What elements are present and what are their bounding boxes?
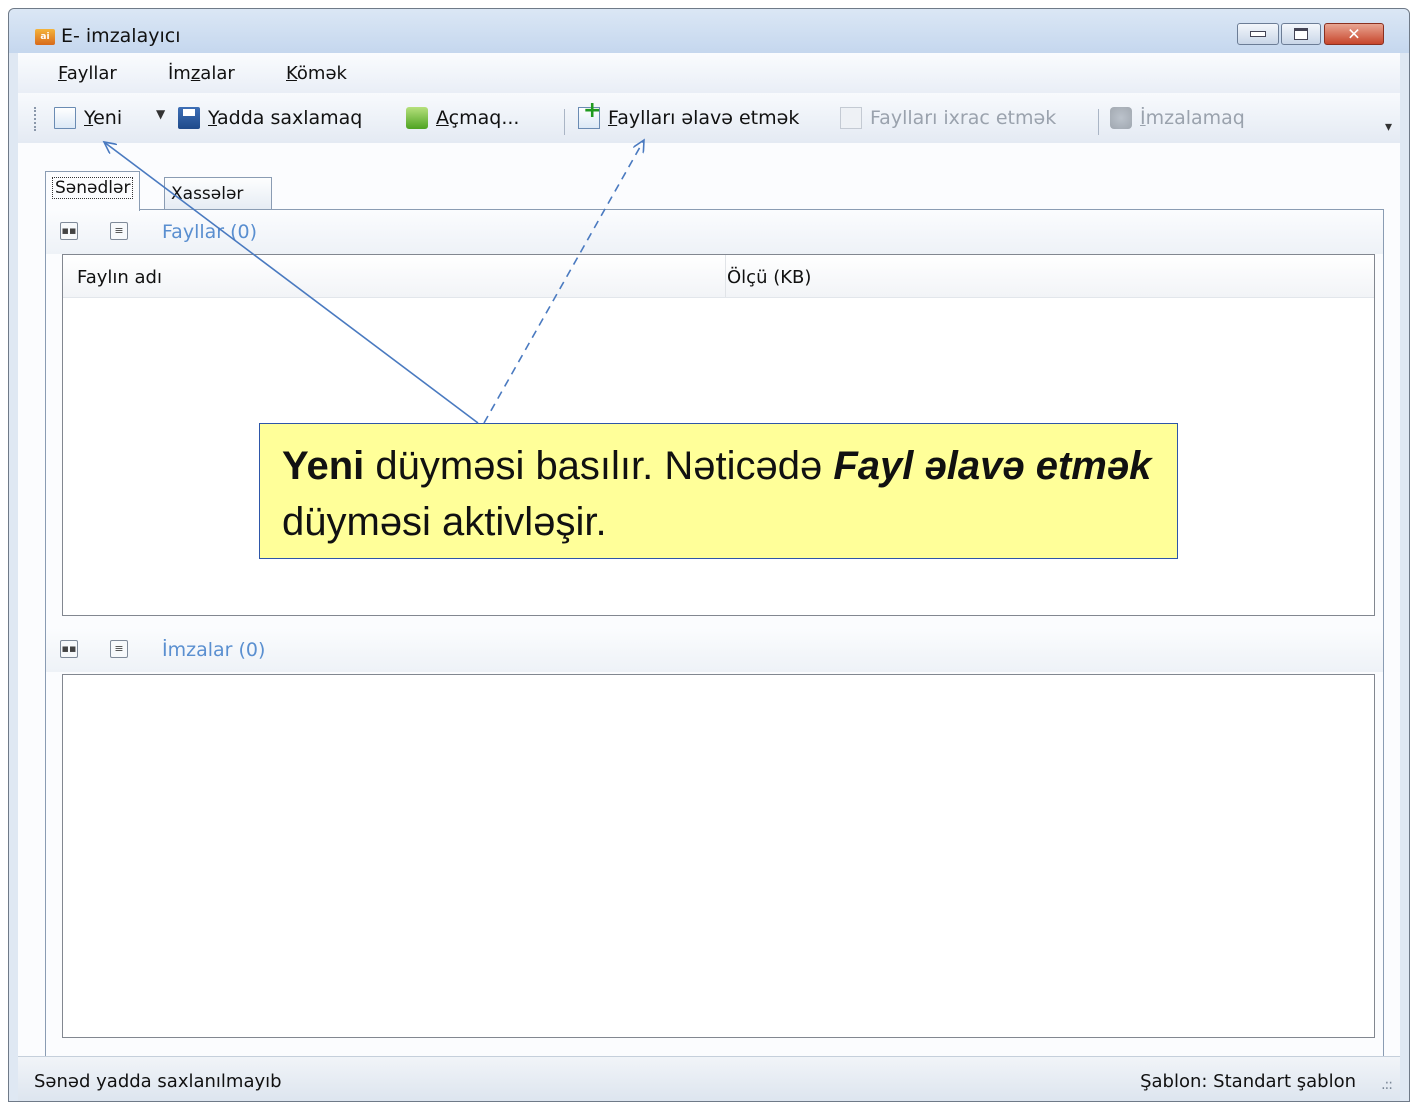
status-bar: Sənəd yadda saxlanılmayıb Şablon: Standa…: [18, 1056, 1400, 1101]
sign-button-label: İmzalamaq: [1140, 107, 1245, 129]
app-icon: ai: [35, 29, 55, 45]
column-file-name[interactable]: Faylın adı: [77, 267, 162, 288]
open-button-label: Açmaq...: [436, 107, 520, 129]
sign-button[interactable]: İmzalamaq: [1110, 107, 1245, 129]
add-files-button-label: Faylları əlavə etmək: [608, 107, 800, 129]
grid-view-icon[interactable]: ▪▪: [60, 640, 78, 658]
grid-view-icon[interactable]: ▪▪: [60, 222, 78, 240]
title-bar: ai E- imzalayıcı ✕: [9, 9, 1409, 53]
close-button[interactable]: ✕: [1324, 23, 1384, 45]
menu-imzalar[interactable]: İmzalar: [168, 63, 235, 84]
toolbar-overflow-icon[interactable]: ▾: [1385, 119, 1392, 135]
client-area: Fayllar İmzalar Kömək Yeni ▼ Yadda saxla…: [18, 53, 1400, 1101]
callout-text-1: düyməsi basılır. Nəticədə: [364, 444, 834, 488]
resize-grip-icon[interactable]: .::: [1381, 1077, 1393, 1093]
minimize-icon: [1250, 31, 1266, 37]
column-divider[interactable]: [725, 255, 726, 297]
menu-bar: Fayllar İmzalar Kömək: [18, 53, 1400, 93]
new-button-label: Yeni: [84, 107, 123, 129]
toolbar-grip[interactable]: [34, 107, 39, 131]
new-document-icon: [54, 107, 76, 129]
open-button[interactable]: Açmaq...: [406, 107, 519, 129]
tab-documents-label: Sənədlər: [52, 177, 134, 199]
sign-icon: [1110, 107, 1132, 129]
save-button-label: Yadda saxlamaq: [208, 107, 363, 129]
export-icon: [840, 107, 862, 129]
maximize-icon: [1294, 28, 1308, 40]
menu-fayllar[interactable]: Fayllar: [58, 63, 117, 84]
minimize-button[interactable]: [1237, 23, 1279, 45]
window-title: E- imzalayıcı: [61, 25, 181, 47]
documents-panel: ▪▪ ≡ Fayllar (0) Faylın adı Ölçü (KB) ▪▪…: [45, 209, 1384, 1057]
list-view-icon[interactable]: ≡: [110, 222, 128, 240]
export-files-button[interactable]: Faylları ixrac etmək: [840, 107, 1056, 129]
files-list-header: Faylın adı Ölçü (KB): [63, 255, 1374, 298]
new-dropdown-button[interactable]: ▼: [156, 107, 165, 121]
menu-komek[interactable]: Kömək: [286, 63, 347, 84]
tab-properties-label: Xassələr: [171, 184, 244, 204]
maximize-button[interactable]: [1281, 23, 1321, 45]
signatures-section-header: ▪▪ ≡ İmzalar (0): [46, 628, 1383, 672]
files-section-title: Fayllar (0): [162, 221, 258, 243]
callout-bold: Yeni: [282, 444, 365, 488]
files-section-header: ▪▪ ≡ Fayllar (0): [46, 210, 1383, 254]
export-files-button-label: Faylları ixrac etmək: [870, 107, 1057, 129]
new-button[interactable]: Yeni: [54, 107, 122, 129]
callout-text-2: düyməsi aktivləşir.: [282, 500, 607, 544]
toolbar-separator: [1098, 109, 1099, 135]
signatures-list[interactable]: [62, 674, 1375, 1038]
tab-properties[interactable]: Xassələr: [164, 177, 272, 209]
callout-bold-italic: Fayl əlavə etmək: [833, 444, 1152, 488]
save-button[interactable]: Yadda saxlamaq: [178, 107, 362, 129]
save-icon: [178, 107, 200, 129]
tab-documents[interactable]: Sənədlər: [45, 171, 141, 211]
annotation-callout: Yeni düyməsi basılır. Nəticədə Fayl əlav…: [259, 423, 1178, 559]
close-icon: ✕: [1347, 24, 1361, 44]
add-files-button[interactable]: Faylları əlavə etmək: [578, 98, 800, 129]
template-status: Şablon: Standart şablon: [1140, 1071, 1356, 1092]
chevron-down-icon: ▼: [156, 107, 166, 121]
open-icon: [406, 107, 428, 129]
toolbar: Yeni ▼ Yadda saxlamaq Açmaq... Faylları …: [18, 93, 1400, 143]
signatures-section-title: İmzalar (0): [162, 639, 266, 661]
column-size[interactable]: Ölçü (KB): [727, 267, 811, 288]
toolbar-separator: [564, 109, 565, 135]
add-file-icon: [578, 98, 601, 129]
status-text: Sənəd yadda saxlanılmayıb: [34, 1071, 282, 1092]
list-view-icon[interactable]: ≡: [110, 640, 128, 658]
